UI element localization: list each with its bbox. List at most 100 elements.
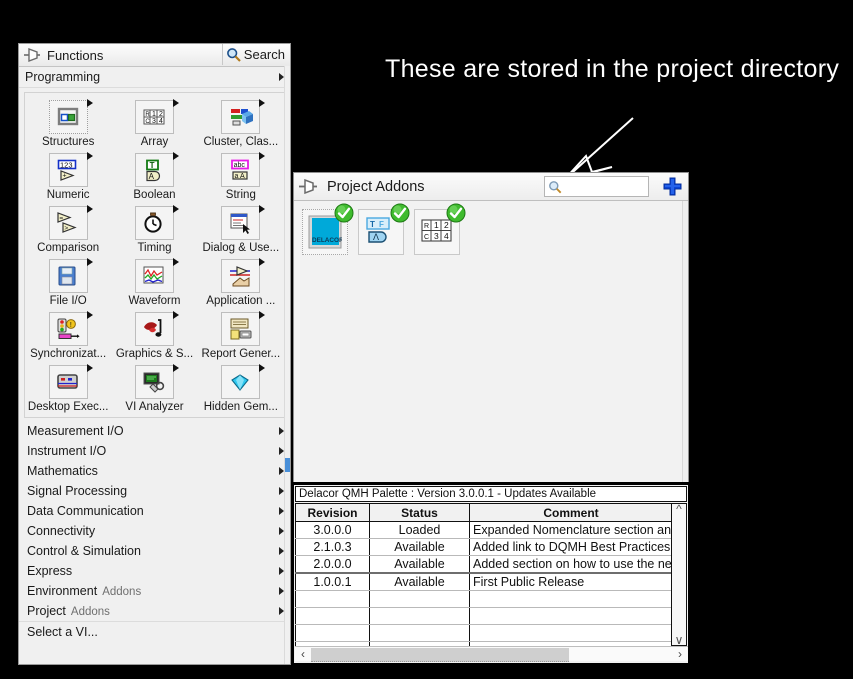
submenu-arrow-icon [259,152,266,160]
menu-item-sublabel: Addons [102,586,142,598]
annotation-text: These are stored in the project director… [385,55,840,83]
functions-section-label: Programming [25,70,101,84]
functions-icon-label: VI Analyzer [125,401,184,413]
table-row[interactable] [295,590,673,608]
functions-icon-desktop-execution-trace[interactable]: Desktop Exec... [25,362,111,415]
revision-cell-status: Available [369,555,470,574]
functions-menu-item-project[interactable]: Project Addons [19,601,290,621]
functions-menu-item-environment[interactable]: Environment Addons [19,581,290,601]
add-addon-button[interactable] [659,177,685,196]
functions-icon-array[interactable]: R C 1 2 3 4 Array [111,97,197,150]
functions-icon-string[interactable]: abc a A String [198,150,284,203]
report-generation-icon [221,311,266,346]
revision-cell-revision [295,607,370,625]
submenu-arrow-icon [259,258,266,266]
functions-menu-item-data-communication[interactable]: Data Communication [19,501,290,521]
revision-column-header[interactable]: Revision [295,503,370,522]
functions-icon-boolean[interactable]: T A Boolean [111,150,197,203]
cluster-class-icon [221,99,266,134]
hscroll-track[interactable] [311,647,672,662]
functions-icon-label: Synchronizat... [30,348,107,360]
revision-cell-comment: Expanded Nomenclature section and [469,521,673,539]
svg-text:123: 123 [60,160,73,169]
functions-menu-item-connectivity[interactable]: Connectivity [19,521,290,541]
functions-icon-numeric[interactable]: 123 + Numeric [25,150,111,203]
revision-vertical-scrollbar[interactable]: ^ ∨ [671,503,687,646]
project-addons-search-input[interactable] [544,176,649,197]
functions-titlebar: Functions Search [19,44,290,67]
functions-icon-label: Array [140,136,169,148]
functions-search-button[interactable]: Search [221,44,289,65]
functions-icon-report-generation[interactable]: Report Gener... [198,309,284,362]
functions-icon-application-control[interactable]: Application ... [198,256,284,309]
table-row[interactable]: 3.0.0.0 Loaded Expanded Nomenclature secti… [295,521,673,539]
functions-icon-dialog-user-interface[interactable]: Dialog & Use... [198,203,284,256]
table-row[interactable] [295,624,673,642]
revision-cell-status [369,607,470,625]
functions-icon-label: Boolean [133,189,176,201]
revision-column-header[interactable]: Comment [469,503,673,522]
hidden-gems-icon [221,364,266,399]
functions-menu-item-control-simulation[interactable]: Control & Simulation [19,541,290,561]
svg-text:1: 1 [152,111,156,118]
functions-icon-file-io[interactable]: File I/O [25,256,111,309]
chevron-right-icon[interactable]: › [672,647,688,661]
functions-icon-label: Timing [137,242,172,254]
project-addon-item-delacor[interactable]: DELACOR [302,203,354,255]
revision-horizontal-scrollbar[interactable]: ‹ › [295,646,688,662]
functions-icon-structures[interactable]: Structures [25,97,111,150]
functions-icon-comparison[interactable]: = > Comparison [25,203,111,256]
functions-menu-item-measurement-i-o[interactable]: Measurement I/O [19,421,290,441]
functions-icon-synchronization[interactable]: ! Synchronizat... [25,309,111,362]
revision-cell-revision [295,590,370,608]
string-icon: abc a A [221,152,266,187]
functions-icon-label: Graphics & S... [115,348,194,360]
functions-section-programming[interactable]: Programming [19,67,290,88]
project-addon-item-tf[interactable]: TFΛ [358,203,410,255]
functions-icon-graphics-sound[interactable]: Graphics & S... [111,309,197,362]
boolean-icon: TA [134,152,179,187]
pin-icon[interactable] [297,178,319,196]
menu-item-label: Signal Processing [27,484,128,498]
revision-column-header[interactable]: Status [369,503,470,522]
table-row[interactable]: 2.1.0.3 Available Added link to DQMH Best… [295,538,673,556]
functions-icon-waveform[interactable]: Waveform [111,256,197,309]
submenu-arrow-icon [86,205,93,213]
revision-cell-comment: Added link to DQMH Best Practices [469,538,673,556]
project-addons-window[interactable]: Project Addons DELACOR T F Λ R C 1 2 3 4 [293,172,689,482]
functions-search-label: Search [243,47,285,62]
revision-cell-revision: 3.0.0.0 [295,521,370,539]
submenu-arrow-icon [259,205,266,213]
table-row[interactable]: 2.0.0.0 Available Added section on how to … [295,555,673,574]
hscroll-thumb[interactable] [311,647,569,662]
functions-icon-vi-analyzer[interactable]: VI Analyzer [111,362,197,415]
functions-scrollbar[interactable] [284,66,290,664]
application-control-icon [221,258,266,293]
functions-icon-timing[interactable]: Timing [111,203,197,256]
functions-palette[interactable]: Functions Search Programming Structures R… [18,43,291,665]
project-addon-item-rc1234[interactable]: RC1234 [414,203,466,255]
revision-table[interactable]: Revision Status Comment 3.0.0.0 Loaded Expan… [295,503,673,659]
svg-text:2: 2 [159,111,163,118]
submenu-arrow-icon [86,258,93,266]
svg-text:T: T [370,220,375,229]
functions-icon-cluster-class[interactable]: Cluster, Clas... [198,97,284,150]
functions-icon-label: Numeric [46,189,90,201]
submenu-arrow-icon [86,364,93,372]
revision-panel[interactable]: Delacor QMH Palette : Version 3.0.0.1 - … [293,484,689,664]
functions-menu-item-signal-processing[interactable]: Signal Processing [19,481,290,501]
functions-menu-item-express[interactable]: Express [19,561,290,581]
chevron-down-icon[interactable]: ∨ [675,634,684,646]
submenu-arrow-icon [172,364,179,372]
chevron-up-icon[interactable]: ^ [676,503,682,515]
project-addons-scrollbar[interactable] [682,201,688,482]
functions-icon-hidden-gems[interactable]: Hidden Gem... [198,362,284,415]
functions-menu-item-select-a-vi[interactable]: Select a VI... [19,621,290,642]
revision-cell-status: Available [369,538,470,556]
pin-icon[interactable] [21,46,43,64]
functions-menu-item-mathematics[interactable]: Mathematics [19,461,290,481]
functions-menu-item-instrument-i-o[interactable]: Instrument I/O [19,441,290,461]
table-row[interactable] [295,607,673,625]
chevron-left-icon[interactable]: ‹ [295,647,311,661]
table-row[interactable]: 1.0.0.1 Available First Public Release [295,572,673,591]
